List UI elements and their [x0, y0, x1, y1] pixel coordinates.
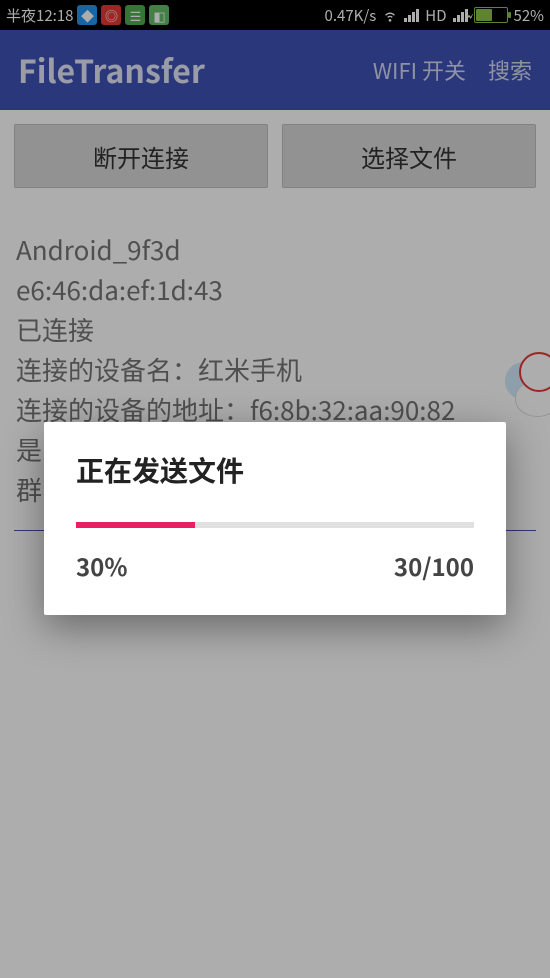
progress-bar: [76, 522, 474, 528]
progress-bar-fill: [76, 522, 195, 528]
progress-count: 30/100: [394, 548, 474, 583]
progress-dialog: 正在发送文件 30% 30/100: [44, 422, 506, 615]
progress-percent: 30%: [76, 548, 127, 583]
dialog-title: 正在发送文件: [76, 450, 474, 490]
